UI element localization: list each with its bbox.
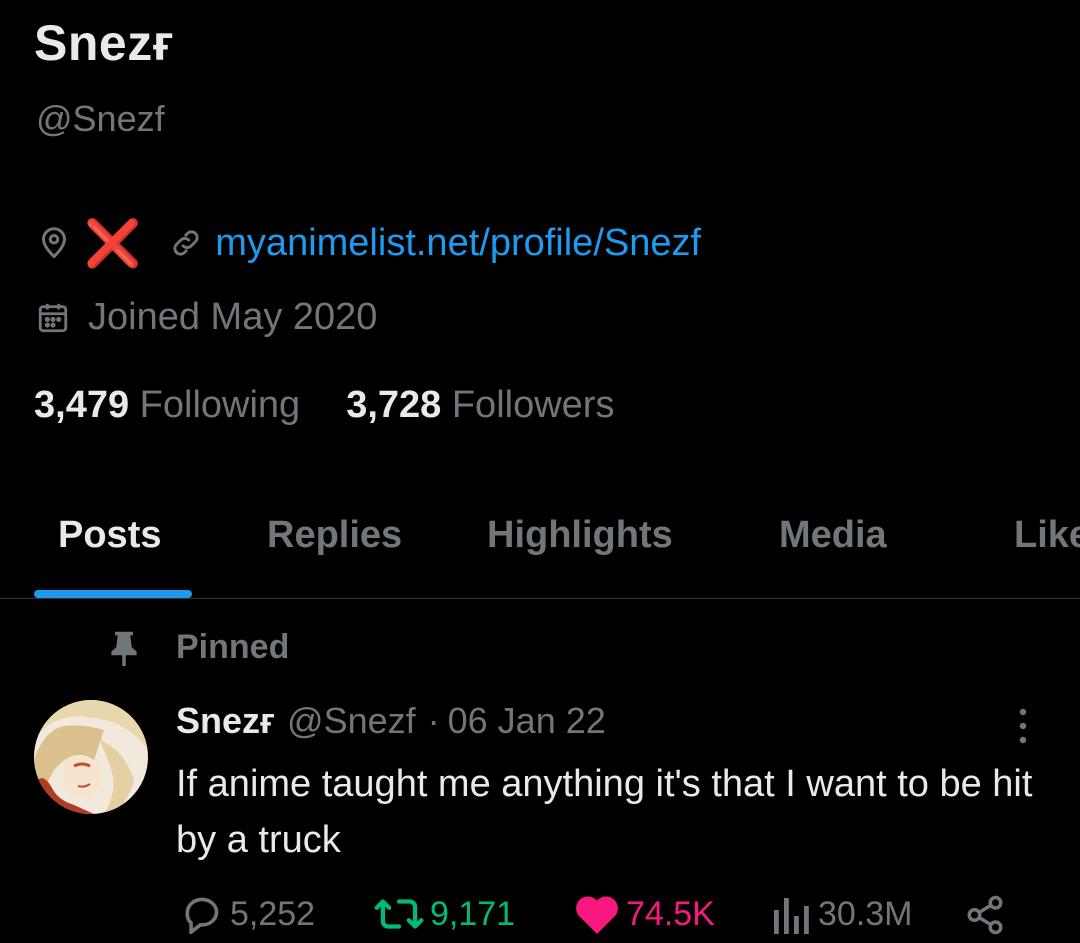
post-header: Snezғ @Snezf · 06 Jan 22 [176,700,606,742]
share-button[interactable] [964,894,1006,936]
tab-media[interactable]: Media [779,514,887,557]
views-count: 30.3M [818,894,913,933]
like-count: 74.5K [626,894,715,933]
repost-icon [374,894,424,934]
follow-stats: 3,479 Following 3,728 Followers [34,384,660,427]
post-author[interactable]: Snezғ [176,700,275,742]
reply-icon [180,894,224,934]
post-separator: · [427,700,440,741]
profile-tabs: Posts Replies Highlights Media Likes [0,508,1080,600]
profile-handle: @Snezf [36,98,165,139]
followers-stat[interactable]: 3,728 Followers [346,384,614,427]
location-icon [36,225,72,261]
reply-count: 5,252 [230,894,316,933]
profile-meta-row: ❌ myanimelist.net/profile/Snezf [36,220,701,266]
joined-date: Joined May 2020 [88,296,378,338]
post-handle[interactable]: @Snezf [287,700,416,742]
views-button[interactable]: 30.3M [772,894,913,934]
avatar[interactable] [34,700,148,814]
tab-likes[interactable]: Likes [1014,514,1080,557]
pin-icon [108,630,140,666]
active-tab-indicator [34,590,192,598]
tab-highlights[interactable]: Highlights [487,514,673,557]
joined-row: Joined May 2020 [36,296,377,339]
location-value: ❌ [84,217,142,269]
profile-name: Snezғ [34,15,175,71]
like-button[interactable]: 74.5K [574,894,715,934]
reply-button[interactable]: 5,252 [180,894,315,934]
following-count: 3,479 [34,384,130,426]
website-link[interactable]: myanimelist.net/profile/Snezf [215,222,701,265]
following-label: Following [139,384,301,426]
tabs-divider [0,598,1080,599]
views-icon [772,894,812,934]
calendar-icon [36,301,70,335]
followers-count: 3,728 [346,384,442,426]
like-icon [574,894,620,934]
share-icon [964,894,1006,936]
post-actions: 5,252 9,171 74.5K 30.3M [0,890,1080,942]
tab-posts[interactable]: Posts [58,514,161,557]
link-icon [169,226,203,260]
more-icon[interactable] [1006,706,1040,746]
repost-button[interactable]: 9,171 [374,894,515,934]
pinned-label: Pinned [176,628,290,666]
post-date[interactable]: 06 Jan 22 [448,700,606,742]
following-stat[interactable]: 3,479 Following [34,384,300,427]
tab-replies[interactable]: Replies [267,514,402,557]
post-text: If anime taught me anything it's that I … [176,763,1033,861]
followers-label: Followers [451,384,615,426]
repost-count: 9,171 [430,894,516,933]
pinned-indicator: Pinned [108,628,289,667]
